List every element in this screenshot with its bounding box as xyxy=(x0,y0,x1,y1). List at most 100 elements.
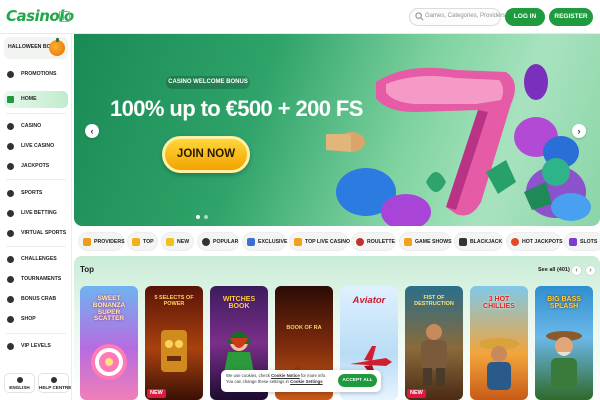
cookie-settings-link[interactable]: Cookie Settings xyxy=(290,379,322,384)
category-bar: PROVIDERS TOP NEW POPULAR EXCLUSIVE TOP … xyxy=(78,232,600,252)
sidebar-item-label: BONUS CRAB xyxy=(21,296,57,302)
cookie-banner: We use cookies, check Cookie Notice for … xyxy=(221,370,381,392)
section-prev-arrow-icon[interactable]: ‹ xyxy=(571,265,582,276)
category-top[interactable]: TOP xyxy=(127,232,158,251)
game-title: Aviator xyxy=(352,295,386,306)
exclusive-icon xyxy=(247,238,255,246)
warrior-icon xyxy=(421,324,447,386)
lollipop-icon xyxy=(91,344,127,380)
category-roulette[interactable]: ROULETTE xyxy=(351,232,396,251)
hero-next-arrow-icon[interactable]: › xyxy=(572,124,586,138)
shop-icon xyxy=(7,316,14,323)
category-slots[interactable]: SLOTS xyxy=(564,232,600,251)
category-label: TOP LIVE CASINO xyxy=(305,239,351,245)
category-hot-jackpots[interactable]: HOT JACKPOTS xyxy=(506,232,563,251)
search-placeholder: Games, Categories, Providers xyxy=(425,13,506,19)
jackpot-icon xyxy=(7,163,14,170)
sidebar-item-challenges[interactable]: CHALLENGES xyxy=(4,251,68,268)
live-casino-icon xyxy=(294,238,302,246)
totem-icon xyxy=(161,330,187,372)
sidebar-item-label: LIVE BETTING xyxy=(21,210,57,216)
category-top-live-casino[interactable]: TOP LIVE CASINO xyxy=(289,232,351,251)
sidebar-item-label: JACKPOTS xyxy=(21,163,50,169)
mariachi-icon xyxy=(479,338,519,390)
hot-jackpots-icon xyxy=(511,238,519,246)
category-new[interactable]: NEW xyxy=(161,232,194,251)
category-providers[interactable]: PROVIDERS xyxy=(78,232,125,251)
carousel-dots xyxy=(196,214,212,221)
game-shows-icon xyxy=(404,238,412,246)
register-button[interactable]: REGISTER xyxy=(549,8,593,26)
roulette-icon xyxy=(356,238,364,246)
welcome-bonus-tag: CASINO WELCOME BONUS xyxy=(166,76,250,89)
category-label: ROULETTE xyxy=(367,239,395,245)
divider xyxy=(6,113,66,114)
sidebar-item-shop[interactable]: SHOP xyxy=(4,311,68,328)
language-button[interactable]: ENGLISH xyxy=(4,373,35,393)
sidebar-item-label: HOME xyxy=(21,96,37,102)
sidebar-item-promotions[interactable]: PROMOTIONS xyxy=(4,66,68,83)
divider xyxy=(6,246,66,247)
sidebar-item-bonus-crab[interactable]: BONUS CRAB xyxy=(4,291,68,308)
sidebar-toggle-icon[interactable] xyxy=(59,11,70,22)
sidebar-item-label: VIP LEVELS xyxy=(21,343,51,349)
hero-banner[interactable]: CASINO WELCOME BONUS 100% up to €500 + 2… xyxy=(74,34,600,226)
cookie-notice-link[interactable]: Cookie Notice xyxy=(271,373,300,378)
game-tile-5-selects-of-power[interactable]: 5 SELECTS OF POWER NEW xyxy=(145,286,203,400)
trophy-icon xyxy=(7,276,14,283)
sidebar-item-live-casino[interactable]: LIVE CASINO xyxy=(4,138,68,155)
sidebar-item-sports[interactable]: SPORTS xyxy=(4,185,68,202)
category-exclusive[interactable]: EXCLUSIVE xyxy=(242,232,287,251)
language-label: ENGLISH xyxy=(9,385,30,390)
sidebar-item-tournaments[interactable]: TOURNAMENTS xyxy=(4,271,68,288)
divider xyxy=(6,333,66,334)
accept-all-button[interactable]: ACCEPT ALL xyxy=(338,374,377,387)
category-label: POPULAR xyxy=(213,239,239,245)
sidebar-item-live-betting[interactable]: LIVE BETTING xyxy=(4,205,68,222)
halloween-promo-card[interactable]: HALLOWEEN BOOM xyxy=(4,37,68,59)
sidebar-item-label: VIRTUAL SPORTS xyxy=(21,230,67,236)
category-blackjack[interactable]: BLACKJACK xyxy=(454,232,503,251)
sidebar: HALLOWEEN BOOM PROMOTIONS HOME CASINO LI… xyxy=(0,34,72,400)
game-tile-fist-of-destruction[interactable]: FIST OF DESTRUCTION NEW xyxy=(405,286,463,400)
game-title: BIG BASS SPLASH xyxy=(547,296,581,311)
sidebar-item-virtual-sports[interactable]: VIRTUAL SPORTS xyxy=(4,225,68,242)
category-label: GAME SHOWS xyxy=(415,239,452,245)
login-button[interactable]: LOG IN xyxy=(505,8,545,26)
sidebar-item-jackpots[interactable]: JACKPOTS xyxy=(4,158,68,175)
category-popular[interactable]: POPULAR xyxy=(197,232,239,251)
search-icon xyxy=(415,12,424,21)
globe-icon xyxy=(17,377,23,383)
help-icon xyxy=(51,377,57,383)
search-input[interactable]: Games, Categories, Providers xyxy=(409,8,505,26)
sidebar-item-vip-levels[interactable]: VIP LEVELS xyxy=(4,338,68,355)
game-tile-3-hot-chillies[interactable]: 3 HOT CHILLIES xyxy=(470,286,528,400)
category-label: BLACKJACK xyxy=(470,239,503,245)
carousel-dot[interactable] xyxy=(196,215,200,219)
category-label: NEW xyxy=(177,239,190,245)
sidebar-item-label: CASINO xyxy=(21,123,42,129)
category-label: TOP xyxy=(143,239,154,245)
section-next-arrow-icon[interactable]: › xyxy=(585,265,596,276)
new-badge: NEW xyxy=(147,389,166,398)
game-title: FIST OF DESTRUCTION xyxy=(414,295,454,307)
carousel-dot[interactable] xyxy=(204,215,208,219)
game-tile-sweet-bonanza[interactable]: SWEET BONANZA SUPER SCATTER xyxy=(80,286,138,400)
pumpkin-icon xyxy=(49,38,65,56)
sidebar-item-label: LIVE CASINO xyxy=(21,143,55,149)
top-bar: Casinolo Games, Categories, Providers LO… xyxy=(0,0,600,34)
sidebar-item-label: CHALLENGES xyxy=(21,256,57,262)
hero-prev-arrow-icon[interactable]: ‹ xyxy=(85,124,99,138)
live-betting-icon xyxy=(7,210,14,217)
see-all-link[interactable]: See all (401) xyxy=(538,267,570,273)
category-game-shows[interactable]: GAME SHOWS xyxy=(399,232,452,251)
new-badge: NEW xyxy=(407,389,426,398)
join-now-button[interactable]: JOIN NOW xyxy=(162,136,250,173)
game-tile-big-bass-splash[interactable]: BIG BASS SPLASH xyxy=(535,286,593,400)
sidebar-item-home[interactable]: HOME xyxy=(4,91,68,108)
sidebar-item-label: SHOP xyxy=(21,316,36,322)
fisherman-icon xyxy=(546,331,582,390)
blackjack-icon xyxy=(459,238,467,246)
help-centre-button[interactable]: HELP CENTRE xyxy=(38,373,71,393)
sidebar-item-casino[interactable]: CASINO xyxy=(4,118,68,135)
